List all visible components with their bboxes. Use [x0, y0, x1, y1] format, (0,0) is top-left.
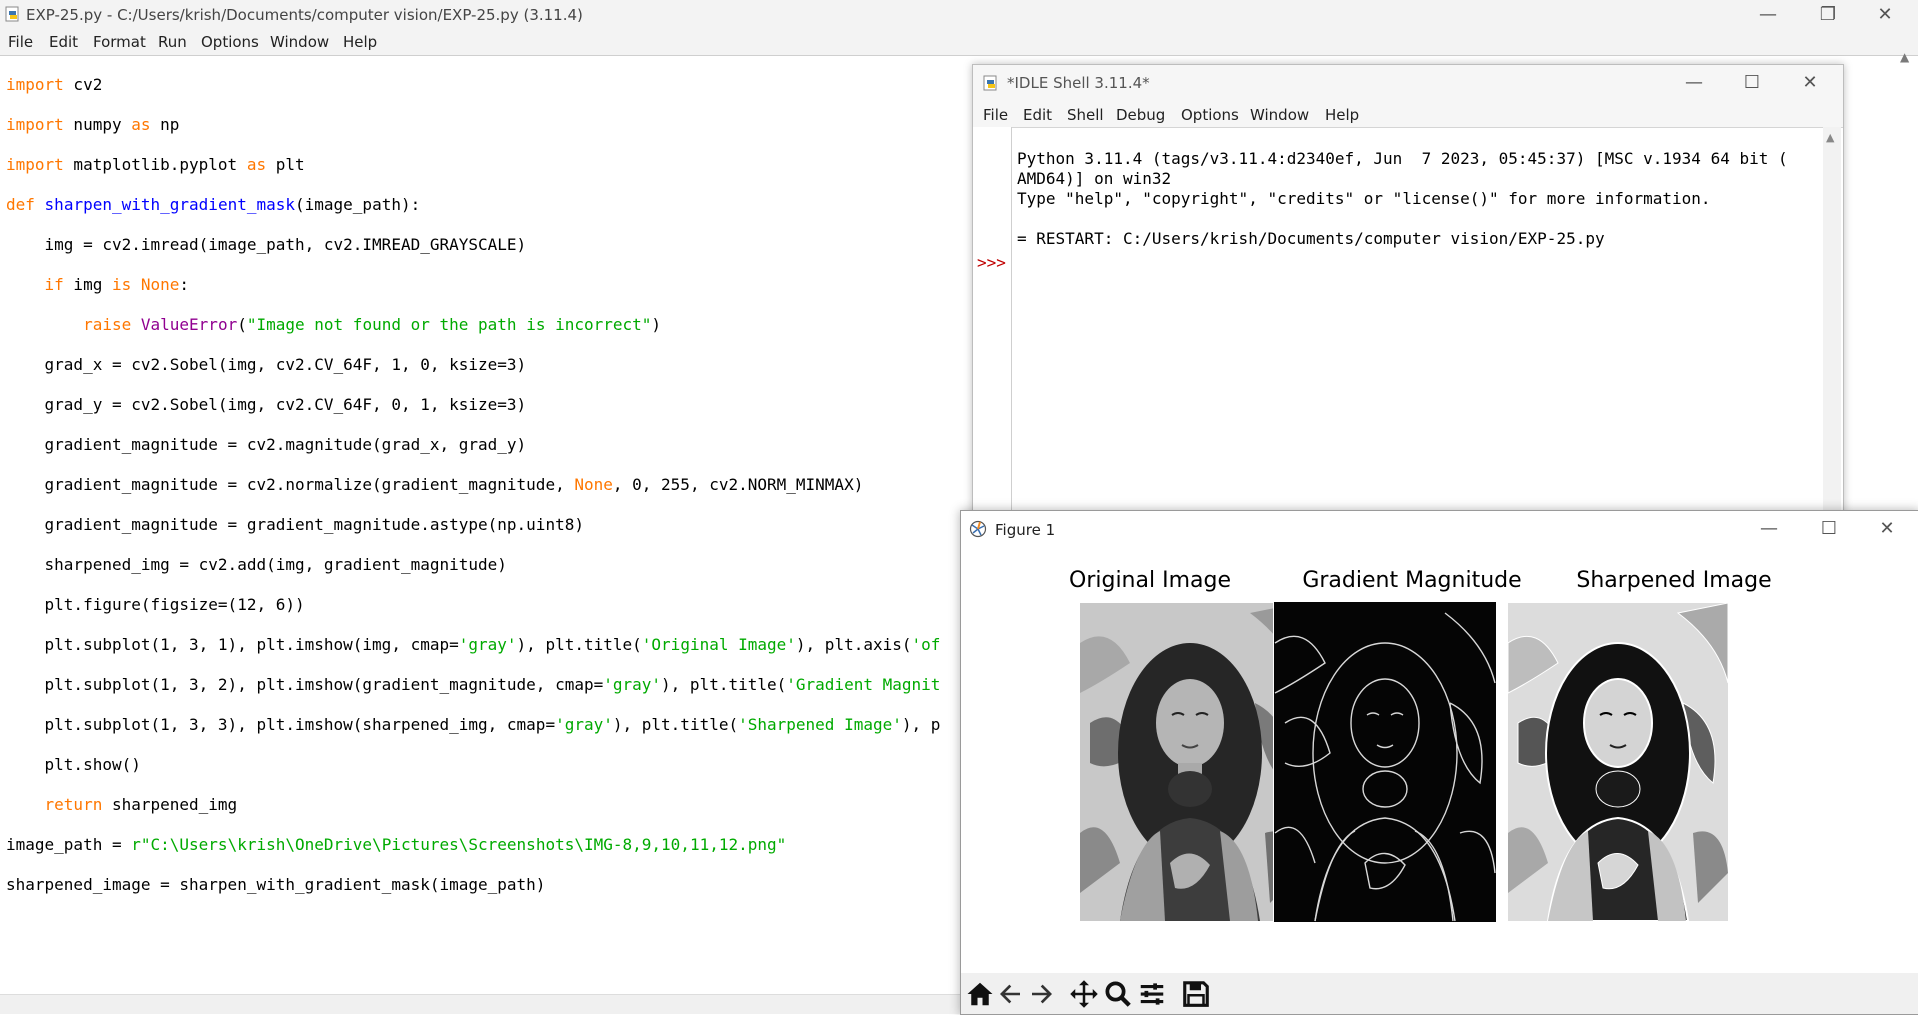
sharpened-image [1508, 603, 1728, 921]
python-file-icon [5, 6, 19, 22]
shell-maximize-button[interactable]: ☐ [1729, 68, 1775, 97]
figure-maximize-button[interactable]: ☐ [1806, 514, 1852, 543]
menu-edit[interactable]: Edit [49, 33, 78, 51]
shell-titlebar: *IDLE Shell 3.11.4* — ☐ ✕ [973, 65, 1843, 101]
shell-menu-debug[interactable]: Debug [1116, 106, 1165, 124]
editor-menubar: File Edit Format Run Options Window Help [0, 29, 1918, 56]
code-line: plt.subplot(1, 3, 2), plt.imshow(gradien… [6, 675, 941, 694]
editor-window-title: EXP-25.py - C:/Users/krish/Documents/com… [26, 6, 583, 24]
menu-help[interactable]: Help [343, 33, 377, 51]
code-line: sharpened_image = sharpen_with_gradient_… [6, 875, 546, 894]
figure-window: Figure 1 — ☐ ✕ Original Image Gradient M… [960, 510, 1918, 1015]
code-line: plt.subplot(1, 3, 3), plt.imshow(sharpen… [6, 715, 941, 734]
code-line: grad_x = cv2.Sobel(img, cv2.CV_64F, 1, 0… [6, 355, 527, 374]
shell-window-title: *IDLE Shell 3.11.4* [1007, 74, 1150, 92]
code-line: plt.figure(figsize=(12, 6)) [6, 595, 305, 614]
shell-output-line: Python 3.11.4 (tags/v3.11.4:d2340ef, Jun… [1017, 149, 1788, 168]
shell-menu-window[interactable]: Window [1250, 106, 1309, 124]
figure-toolbar [961, 973, 1918, 1014]
home-icon[interactable] [965, 979, 995, 1009]
code-line: plt.subplot(1, 3, 1), plt.imshow(img, cm… [6, 635, 941, 654]
menu-file[interactable]: File [8, 33, 33, 51]
figure-window-title: Figure 1 [995, 521, 1056, 539]
code-line: import numpy as np [6, 115, 180, 134]
menu-window[interactable]: Window [270, 33, 329, 51]
code-line: sharpened_img = cv2.add(img, gradient_ma… [6, 555, 507, 574]
code-line: image_path = r"C:\Users\krish\OneDrive\P… [6, 835, 787, 854]
zoom-icon[interactable] [1103, 979, 1133, 1009]
code-line: gradient_magnitude = gradient_magnitude.… [6, 515, 584, 534]
original-image [1080, 603, 1300, 921]
shell-output[interactable]: Python 3.11.4 (tags/v3.11.4:d2340ef, Jun… [1017, 129, 1788, 289]
forward-arrow-icon[interactable] [1027, 979, 1057, 1009]
configure-subplots-icon[interactable] [1137, 979, 1167, 1009]
code-line: import matplotlib.pyplot as plt [6, 155, 305, 174]
code-line: return sharpened_img [44, 795, 238, 814]
shell-close-button[interactable]: ✕ [1787, 68, 1833, 97]
shell-menu-help[interactable]: Help [1325, 106, 1359, 124]
code-line: if img is None: [44, 275, 190, 294]
figure-titlebar: Figure 1 — ☐ ✕ [961, 511, 1918, 547]
python-shell-icon [983, 75, 997, 91]
code-line: gradient_magnitude = cv2.normalize(gradi… [6, 475, 864, 494]
code-line: grad_y = cv2.Sobel(img, cv2.CV_64F, 0, 1… [6, 395, 527, 414]
editor-scroll-up-icon[interactable]: ▲ [1900, 50, 1909, 64]
shell-menu-shell[interactable]: Shell [1067, 106, 1104, 124]
shell-minimize-button[interactable]: — [1671, 68, 1717, 97]
code-line: plt.show() [6, 755, 141, 774]
back-arrow-icon[interactable] [995, 979, 1025, 1009]
subplot-title-original: Original Image [1069, 568, 1231, 593]
subplot-title-sharpened: Sharpened Image [1576, 568, 1772, 593]
shell-scroll-up-icon[interactable]: ▲ [1826, 131, 1834, 144]
editor-titlebar: EXP-25.py - C:/Users/krish/Documents/com… [0, 0, 1918, 29]
shell-prompt: >>> [977, 253, 1006, 272]
code-line: def sharpen_with_gradient_mask(image_pat… [6, 195, 421, 214]
shell-output-line [1017, 209, 1788, 229]
editor-close-button[interactable]: ✕ [1862, 0, 1908, 29]
code-line: img = cv2.imread(image_path, cv2.IMREAD_… [6, 235, 527, 254]
shell-output-line: Type "help", "copyright", "credits" or "… [1017, 189, 1711, 208]
shell-menu-file[interactable]: File [983, 106, 1008, 124]
shell-output-line: AMD64)] on win32 [1017, 169, 1172, 188]
subplot-title-gradient: Gradient Magnitude [1302, 568, 1522, 593]
shell-prompt-gutter: >>> [973, 127, 1012, 525]
menu-run[interactable]: Run [158, 33, 187, 51]
pan-icon[interactable] [1069, 979, 1099, 1009]
idle-shell-window: *IDLE Shell 3.11.4* — ☐ ✕ File Edit Shel… [972, 64, 1844, 526]
shell-menu-options[interactable]: Options [1181, 106, 1239, 124]
menu-options[interactable]: Options [201, 33, 259, 51]
shell-menubar: File Edit Shell Debug Options Window Hel… [973, 101, 1843, 128]
editor-horizontal-scrollbar[interactable] [0, 994, 965, 1014]
matplotlib-figure-icon [969, 520, 987, 538]
code-line: raise ValueError("Image not found or the… [83, 315, 662, 334]
code-line: import cv2 [6, 75, 103, 94]
save-icon[interactable] [1181, 979, 1211, 1009]
shell-vertical-scrollbar[interactable] [1823, 127, 1841, 525]
figure-close-button[interactable]: ✕ [1864, 514, 1910, 543]
code-editor[interactable]: import cv2 import numpy as np import mat… [6, 55, 971, 915]
editor-minimize-button[interactable]: — [1745, 0, 1791, 29]
gradient-magnitude-image [1273, 601, 1497, 923]
editor-maximize-button[interactable]: ❐ [1805, 0, 1851, 29]
menu-format[interactable]: Format [93, 33, 146, 51]
figure-minimize-button[interactable]: — [1746, 514, 1792, 543]
shell-output-line: = RESTART: C:/Users/krish/Documents/comp… [1017, 229, 1605, 248]
shell-menu-edit[interactable]: Edit [1023, 106, 1052, 124]
code-line: gradient_magnitude = cv2.magnitude(grad_… [6, 435, 527, 454]
